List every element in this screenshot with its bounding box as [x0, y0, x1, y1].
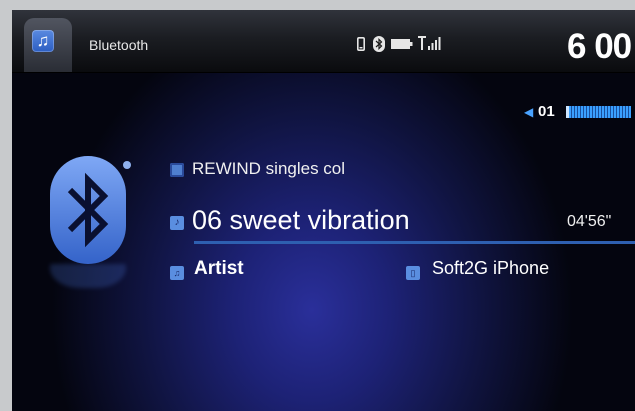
- artist-icon: ♫: [170, 266, 184, 280]
- track-icon: ♪: [170, 216, 184, 230]
- signal-icon: [418, 36, 441, 50]
- bluetooth-logo-reflection: [50, 264, 126, 288]
- device-name: Soft2G iPhone: [432, 258, 550, 278]
- battery-icon: [391, 39, 413, 49]
- display-bezel: ♫ Bluetooth 6 00 ◀ 01 REWIND singles col…: [0, 0, 635, 411]
- source-title: Bluetooth: [89, 37, 149, 53]
- music-note-icon[interactable]: ♫: [32, 30, 54, 52]
- phone-icon: [357, 37, 365, 51]
- volume-bar-fill: [566, 106, 570, 118]
- track-time: 04'56": [567, 213, 612, 230]
- speaker-icon: ◀: [524, 105, 534, 119]
- clock: 6 00: [567, 27, 632, 66]
- infotainment-screen: ♫ Bluetooth 6 00 ◀ 01 REWIND singles col…: [12, 10, 635, 411]
- phone-device-icon: ▯: [406, 266, 420, 280]
- track-title: 06 sweet vibration: [192, 205, 410, 235]
- registered-mark-icon: [123, 161, 131, 169]
- bluetooth-logo-icon: [50, 156, 126, 264]
- status-icons: [357, 36, 455, 56]
- track-progress-bar[interactable]: [194, 241, 635, 244]
- top-status-bar: ♫ Bluetooth 6 00: [12, 10, 635, 73]
- bluetooth-icon: [373, 36, 385, 52]
- volume-bar[interactable]: [566, 106, 631, 118]
- album-name: REWIND singles col: [192, 159, 346, 178]
- album-icon: [170, 163, 184, 177]
- volume-value: 01: [538, 103, 555, 120]
- artist-name: Artist: [194, 258, 244, 279]
